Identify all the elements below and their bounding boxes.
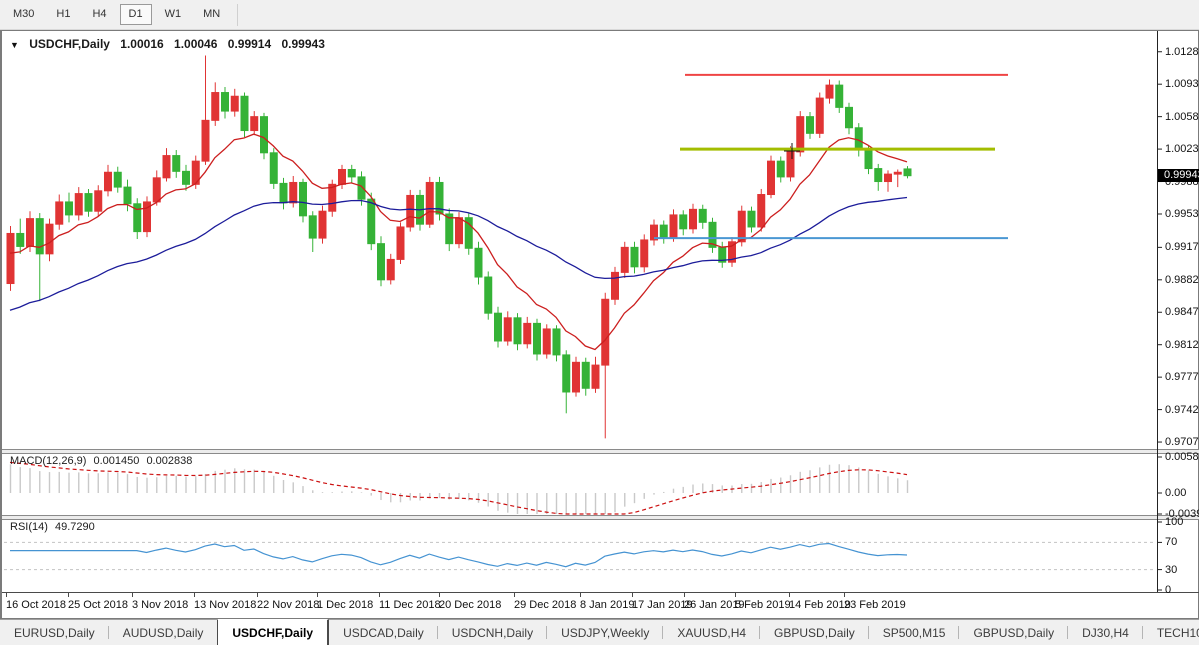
chart-menu-caret-icon[interactable]: ▼	[10, 40, 19, 50]
timeframe-toolbar: M30H1H4D1W1MN	[0, 0, 1199, 30]
ohlc-open: 1.00016	[120, 37, 163, 51]
symbol-tab-xauusd-6[interactable]: XAUUSD,H4	[663, 620, 760, 645]
timeframe-button-mn[interactable]: MN	[194, 4, 229, 25]
macd-indicator-label: MACD(12,26,9) 0.001450 0.002838	[10, 455, 196, 467]
price-axis-label: 1.01280	[1165, 47, 1199, 58]
timeframe-button-w1[interactable]: W1	[156, 4, 191, 25]
price-axis-label: 0.98820	[1165, 275, 1199, 286]
ohlc-high: 1.00046	[174, 37, 217, 51]
date-axis-label: 23 Feb 2019	[844, 599, 906, 611]
chart-canvas[interactable]	[2, 31, 1199, 620]
timeframe-button-h4[interactable]: H4	[83, 4, 115, 25]
date-axis-label: 11 Dec 2018	[379, 599, 441, 611]
chart-title: ▼ USDCHF,Daily 1.00016 1.00046 0.99914 0…	[10, 37, 325, 51]
price-axis-label: 0.98120	[1165, 340, 1199, 351]
date-axis-label: 25 Oct 2018	[68, 599, 128, 611]
price-axis-label: 0.97770	[1165, 372, 1199, 383]
price-axis-label: 0.97070	[1165, 437, 1199, 448]
macd-axis-label: 0.005802	[1165, 452, 1199, 463]
rsi-axis-label: 100	[1165, 517, 1183, 528]
rsi-axis-label: 0	[1165, 585, 1171, 596]
timeframe-button-m30[interactable]: M30	[4, 4, 43, 25]
timeframe-button-d1[interactable]: D1	[120, 4, 152, 25]
symbol-tab-audusd-1[interactable]: AUDUSD,Daily	[109, 620, 218, 645]
price-axis-label: 0.98470	[1165, 307, 1199, 318]
date-axis-label: 3 Nov 2018	[132, 599, 188, 611]
ohlc-close: 0.99943	[282, 37, 325, 51]
chart-symbol-label: USDCHF,Daily	[29, 37, 110, 51]
ohlc-low: 0.99914	[228, 37, 271, 51]
symbol-tab-usdcad-3[interactable]: USDCAD,Daily	[329, 620, 438, 645]
symbol-tab-usdjpy-5[interactable]: USDJPY,Weekly	[547, 620, 663, 645]
date-axis-label: 14 Feb 2019	[789, 599, 851, 611]
symbol-tab-bar: EURUSD,DailyAUDUSD,DailyUSDCHF,DailyUSDC…	[0, 619, 1199, 645]
price-axis-label: 1.00580	[1165, 112, 1199, 123]
date-axis-label: 13 Nov 2018	[194, 599, 256, 611]
rsi-name: RSI(14)	[10, 521, 48, 533]
symbol-tab-usdcnh-4[interactable]: USDCNH,Daily	[438, 620, 547, 645]
rsi-axis-label: 30	[1165, 565, 1177, 576]
chart-window: ▼ USDCHF,Daily 1.00016 1.00046 0.99914 0…	[0, 30, 1199, 619]
symbol-tab-gbpusd-7[interactable]: GBPUSD,Daily	[760, 620, 869, 645]
symbol-tab-gbpusd-9[interactable]: GBPUSD,Daily	[959, 620, 1068, 645]
symbol-tab-eurusd-0[interactable]: EURUSD,Daily	[0, 620, 109, 645]
toolbar-separator	[237, 4, 238, 26]
rsi-value: 49.7290	[55, 521, 95, 533]
price-axis-label: 0.99530	[1165, 209, 1199, 220]
trading-app: M30H1H4D1W1MN ▼ USDCHF,Daily 1.00016 1.0…	[0, 0, 1199, 645]
rsi-indicator-label: RSI(14) 49.7290	[10, 521, 99, 533]
symbol-tab-tech100-11[interactable]: TECH100,H	[1143, 620, 1199, 645]
timeframe-button-h1[interactable]: H1	[47, 4, 79, 25]
date-axis-label: 22 Nov 2018	[257, 599, 319, 611]
date-axis-label: 8 Jan 2019	[580, 599, 634, 611]
price-axis-label: 1.00230	[1165, 144, 1199, 155]
date-axis-label: 29 Dec 2018	[514, 599, 576, 611]
macd-signal-value: 0.002838	[146, 455, 192, 467]
symbol-tab-sp500-8[interactable]: SP500,M15	[869, 620, 960, 645]
current-price-badge: 0.99943	[1158, 169, 1199, 182]
price-axis-label: 0.97420	[1165, 405, 1199, 416]
macd-name: MACD(12,26,9)	[10, 455, 86, 467]
price-axis-label: 0.99170	[1165, 242, 1199, 253]
price-axis-label: 1.00930	[1165, 79, 1199, 90]
macd-main-value: 0.001450	[93, 455, 139, 467]
rsi-axis-label: 70	[1165, 537, 1177, 548]
macd-axis-label: 0.00	[1165, 488, 1186, 499]
symbol-tab-dj30-10[interactable]: DJ30,H4	[1068, 620, 1143, 645]
symbol-tab-usdchf-2[interactable]: USDCHF,Daily	[217, 619, 329, 645]
date-axis-label: 16 Oct 2018	[6, 599, 66, 611]
date-axis-label: 1 Dec 2018	[317, 599, 373, 611]
date-axis-label: 20 Dec 2018	[439, 599, 501, 611]
date-axis-label: 5 Feb 2019	[735, 599, 791, 611]
